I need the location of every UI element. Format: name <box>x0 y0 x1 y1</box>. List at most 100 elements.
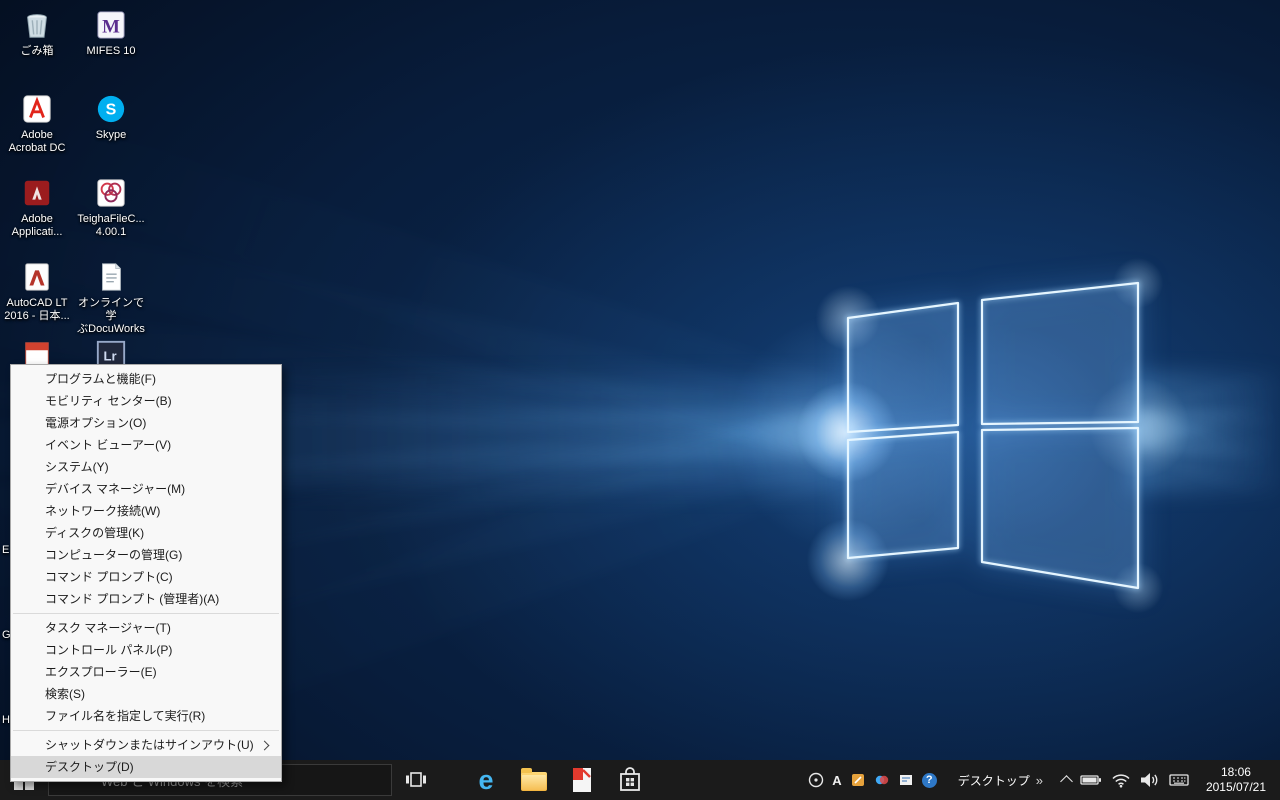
menu-item-power-options[interactable]: 電源オプション(O) <box>11 412 281 434</box>
menu-item-desktop[interactable]: デスクトップ(D) <box>11 756 281 778</box>
svg-text:M: M <box>102 17 120 38</box>
desktop-icon-adobe-application-manager[interactable]: Adobe Applicati... <box>0 176 74 239</box>
winx-context-menu: プログラムと機能(F) モビリティ センター(B) 電源オプション(O) イベント ビ… <box>10 364 282 782</box>
menu-item-label: モビリティ センター(B) <box>45 394 172 408</box>
menu-item-search[interactable]: 検索(S) <box>11 683 281 705</box>
menu-item-label: コンピューターの管理(G) <box>45 548 182 562</box>
autocad-lt-2016-icon <box>20 260 54 294</box>
menu-item-system[interactable]: システム(Y) <box>11 456 281 478</box>
tray-app-icon-1[interactable] <box>850 772 866 788</box>
recycle-bin-icon <box>20 8 54 42</box>
menu-item-programs-and-features[interactable]: プログラムと機能(F) <box>11 368 281 390</box>
menu-item-label: 電源オプション(O) <box>45 416 146 430</box>
volume-icon[interactable] <box>1140 772 1160 788</box>
menu-item-label: ネットワーク接続(W) <box>45 504 160 518</box>
menu-item-label: シャットダウンまたはサインアウト(U) <box>45 738 254 752</box>
folder-icon <box>521 772 547 791</box>
help-icon[interactable]: ? <box>922 773 937 788</box>
desktop-icon-adobe-acrobat-dc[interactable]: Adobe Acrobat DC <box>0 92 74 155</box>
desktop-icon-recycle-bin[interactable]: ごみ箱 <box>0 8 74 58</box>
submenu-chevron-icon <box>260 741 270 751</box>
windows-logo-wallpaper <box>790 250 1210 620</box>
task-view-icon <box>405 771 427 789</box>
menu-item-computer-management[interactable]: コンピューターの管理(G) <box>11 544 281 566</box>
menu-item-label: ディスクの管理(K) <box>45 526 144 540</box>
menu-item-label: デスクトップ(D) <box>45 760 134 774</box>
desktop-icon-label: AutoCAD LT 2016 - 日本... <box>0 297 74 323</box>
menu-item-command-prompt-admin[interactable]: コマンド プロンプト (管理者)(A) <box>11 588 281 610</box>
menu-item-run[interactable]: ファイル名を指定して実行(R) <box>11 705 281 727</box>
file-explorer-button[interactable] <box>510 760 558 800</box>
desktop-icon-label: Skype <box>74 129 148 142</box>
clock-date: 2015/07/21 <box>1206 780 1266 795</box>
tray-app-icon-2[interactable] <box>874 772 890 788</box>
menu-item-label: システム(Y) <box>45 460 109 474</box>
partial-icon-label: E <box>2 544 9 556</box>
desktop-icon-label: MIFES 10 <box>74 45 148 58</box>
wifi-icon[interactable] <box>1111 773 1131 788</box>
menu-item-command-prompt[interactable]: コマンド プロンプト(C) <box>11 566 281 588</box>
keyboard-icon[interactable] <box>1169 773 1189 787</box>
svg-text:S: S <box>106 102 117 119</box>
desktop-icon-label: Adobe Acrobat DC <box>0 129 74 155</box>
menu-item-label: 検索(S) <box>45 687 85 701</box>
desktop-icon-teigha-file-converter[interactable]: TeighaFileC... 4.00.1 <box>74 176 148 239</box>
menu-item-control-panel[interactable]: コントロール パネル(P) <box>11 639 281 661</box>
menu-item-event-viewer[interactable]: イベント ビューアー(V) <box>11 434 281 456</box>
desktop-icon-docuworks-online[interactable]: オンラインで学 ぶDocuWorks <box>74 260 148 336</box>
adobe-acrobat-dc-icon <box>20 92 54 126</box>
menu-item-task-manager[interactable]: タスク マネージャー(T) <box>11 617 281 639</box>
menu-item-label: イベント ビューアー(V) <box>45 438 171 452</box>
skype-icon: S <box>94 92 128 126</box>
desktop-icon-label: Adobe Applicati... <box>0 213 74 239</box>
tray-app-icon-3[interactable] <box>898 772 914 788</box>
menu-item-label: デバイス マネージャー(M) <box>45 482 185 496</box>
desktop-icon-autocad-lt-2016[interactable]: AutoCAD LT 2016 - 日本... <box>0 260 74 323</box>
svg-text:Lr: Lr <box>103 349 116 364</box>
ime-mode-icon[interactable]: A <box>832 773 841 788</box>
desktop-icon-label: TeighaFileC... 4.00.1 <box>74 213 148 239</box>
document-app-icon <box>570 767 594 793</box>
hidden-icons-chevron[interactable] <box>1060 775 1073 788</box>
menu-separator <box>13 613 279 614</box>
desktop-screen: ごみ箱 M MIFES 10 Adobe Acrobat DC S Skype Adobe … <box>0 0 1280 800</box>
menu-item-shutdown-or-signout[interactable]: シャットダウンまたはサインアウト(U) <box>11 734 281 756</box>
edge-button[interactable]: e <box>462 760 510 800</box>
store-button[interactable] <box>606 760 654 800</box>
menu-item-disk-management[interactable]: ディスクの管理(K) <box>11 522 281 544</box>
edge-icon: e <box>472 765 500 795</box>
notification-tray: A ? <box>808 772 936 788</box>
system-tray-area: A ? デスクトップ » 18:06 2015/07/21 <box>808 765 1280 795</box>
menu-item-label: コントロール パネル(P) <box>45 643 172 657</box>
menu-item-label: コマンド プロンプト(C) <box>45 570 173 584</box>
desktop-icon-mifes-10[interactable]: M MIFES 10 <box>74 8 148 58</box>
pinned-apps: e <box>462 760 654 800</box>
desktop-toolbar-label: デスクトップ <box>958 772 1030 789</box>
document-app-button[interactable] <box>558 760 606 800</box>
menu-item-mobility-center[interactable]: モビリティ センター(B) <box>11 390 281 412</box>
teigha-file-converter-icon <box>94 176 128 210</box>
desktop-icon-skype[interactable]: S Skype <box>74 92 148 142</box>
store-bag-icon <box>619 767 641 793</box>
menu-item-label: コマンド プロンプト (管理者)(A) <box>45 592 219 606</box>
menu-item-device-manager[interactable]: デバイス マネージャー(M) <box>11 478 281 500</box>
menu-item-label: ファイル名を指定して実行(R) <box>45 709 205 723</box>
desktop-toolbar[interactable]: デスクトップ » <box>958 772 1043 789</box>
menu-item-label: エクスプローラー(E) <box>45 665 157 679</box>
adobe-application-manager-icon <box>20 176 54 210</box>
mifes-10-icon: M <box>94 8 128 42</box>
taskbar-clock[interactable]: 18:06 2015/07/21 <box>1198 765 1274 795</box>
clock-time: 18:06 <box>1206 765 1266 780</box>
menu-item-network-connections[interactable]: ネットワーク接続(W) <box>11 500 281 522</box>
svg-text:e: e <box>478 765 493 795</box>
tray-status-icon[interactable] <box>808 772 824 788</box>
menu-item-label: タスク マネージャー(T) <box>45 621 171 635</box>
desktop-icon-label: オンラインで学 ぶDocuWorks <box>74 297 148 336</box>
battery-icon[interactable] <box>1080 773 1102 787</box>
toolbar-expand-chevrons[interactable]: » <box>1036 773 1043 788</box>
menu-item-label: プログラムと機能(F) <box>45 372 156 386</box>
docuworks-online-icon <box>94 260 128 294</box>
menu-item-file-explorer[interactable]: エクスプローラー(E) <box>11 661 281 683</box>
task-view-button[interactable] <box>392 760 440 800</box>
menu-separator <box>13 730 279 731</box>
